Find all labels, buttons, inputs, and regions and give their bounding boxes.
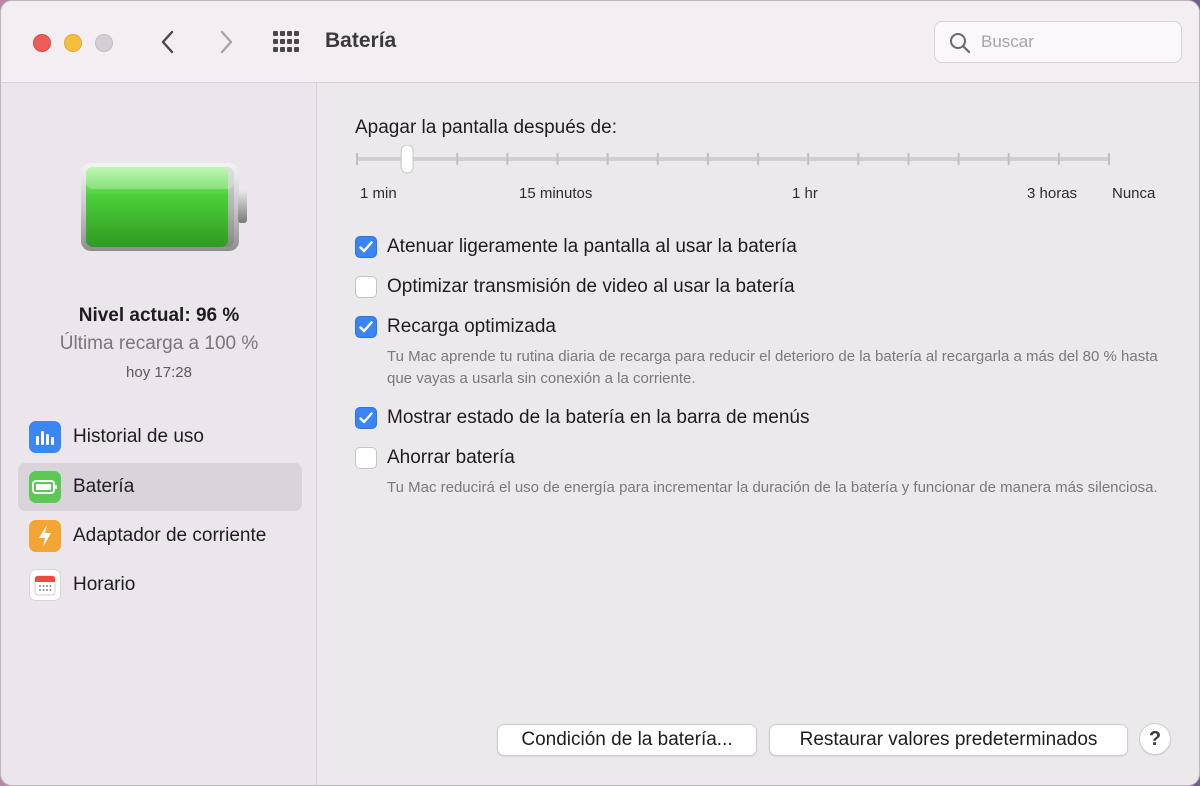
slider-tick: [706, 153, 709, 165]
option-show-battery-status[interactable]: Mostrar estado de la batería en la barra…: [355, 405, 809, 431]
option-optimize-video[interactable]: Optimizar transmisión de video al usar l…: [355, 274, 795, 300]
power-adapter-icon: [29, 520, 61, 552]
optimized-charging-description: Tu Mac aprende tu rutina diaria de recar…: [387, 348, 1158, 387]
title-bar: Batería: [1, 1, 1199, 83]
display-sleep-title: Apagar la pantalla después de:: [355, 117, 617, 138]
slider-tick: [907, 153, 910, 165]
battery-settings-pane: Apagar la pantalla después de: 1 min 15 …: [318, 83, 1199, 785]
back-button[interactable]: [153, 27, 183, 57]
slider-tick: [1057, 153, 1060, 165]
tick-label-never: Nunca: [1112, 185, 1156, 202]
help-button[interactable]: ?: [1139, 723, 1171, 755]
sidebar-item-label: Batería: [73, 476, 135, 497]
usage-history-icon: [29, 421, 61, 453]
tick-label-1-min: 1 min: [360, 185, 397, 202]
option-optimized-charging[interactable]: Recarga optimizada: [355, 314, 556, 340]
calendar-icon: [29, 569, 61, 601]
chevron-right-icon: [220, 30, 233, 54]
tick-label-3-hours: 3 horas: [1027, 185, 1078, 202]
sidebar-item-schedule[interactable]: Horario: [18, 561, 302, 609]
sidebar-item-battery[interactable]: Batería: [18, 463, 302, 511]
option-label: Ahorrar batería: [387, 447, 515, 468]
restore-defaults-button[interactable]: Restaurar valores predeterminados: [769, 724, 1128, 756]
option-label: Optimizar transmisión de video al usar l…: [387, 276, 795, 297]
sidebar-item-label: Historial de uso: [73, 426, 204, 447]
slider-tick: [456, 153, 459, 165]
low-power-mode-description: Tu Mac reducirá el uso de energía para i…: [387, 479, 1158, 496]
battery-icon: [29, 471, 61, 503]
sidebar-item-label: Horario: [73, 574, 136, 595]
forward-button[interactable]: [211, 27, 241, 57]
slider-tick: [1007, 153, 1010, 165]
slider-tick: [757, 153, 760, 165]
checkmark-icon: [359, 321, 373, 333]
slider-tick: [606, 153, 609, 165]
optimize-video-checkbox[interactable]: [355, 276, 377, 298]
show-all-button[interactable]: [271, 29, 303, 55]
optimized-charging-checkbox[interactable]: [355, 316, 377, 338]
battery-last-charge: Última recarga a 100 %: [59, 333, 259, 354]
battery-last-charge-time: hoy 17:28: [126, 364, 192, 381]
option-label: Recarga optimizada: [387, 316, 556, 337]
slider-tick: [356, 153, 358, 165]
slider-tick: [556, 153, 559, 165]
search-input[interactable]: [981, 31, 1171, 53]
system-preferences-window: Batería Buscar Nivel actual: 96 % Última…: [0, 0, 1200, 786]
low-power-mode-checkbox[interactable]: [355, 447, 377, 469]
slider-tick: [807, 153, 810, 165]
slider-tick: [506, 153, 509, 165]
search-icon: [950, 33, 971, 54]
option-label: Atenuar ligeramente la pantalla al usar …: [387, 236, 797, 257]
minimize-window-button[interactable]: [64, 34, 82, 52]
sidebar-item-label: Adaptador de corriente: [73, 525, 267, 546]
search-field[interactable]: [934, 21, 1182, 63]
sidebar-item-power-adapter[interactable]: Adaptador de corriente: [18, 512, 302, 560]
option-label: Mostrar estado de la batería en la barra…: [387, 407, 810, 428]
option-dim-display[interactable]: Atenuar ligeramente la pantalla al usar …: [355, 234, 797, 260]
zoom-window-button[interactable]: [95, 34, 113, 52]
chevron-left-icon: [161, 30, 174, 54]
tick-label-1-hr: 1 hr: [792, 185, 818, 202]
dim-display-checkbox[interactable]: [355, 236, 377, 258]
checkmark-icon: [359, 412, 373, 424]
help-icon: ?: [1148, 727, 1162, 750]
battery-level-graphic: [81, 163, 247, 251]
sidebar-item-usage-history[interactable]: Historial de uso: [18, 413, 302, 461]
display-sleep-slider[interactable]: [355, 145, 1115, 185]
slider-tick: [857, 153, 860, 165]
battery-level-current: Nivel actual: 96 %: [78, 305, 240, 326]
battery-health-button[interactable]: Condición de la batería...: [497, 724, 757, 756]
close-window-button[interactable]: [33, 34, 51, 52]
slider-track: [357, 157, 1109, 161]
slider-tick: [957, 153, 960, 165]
checkmark-icon: [359, 241, 373, 253]
window-title: Batería: [325, 29, 397, 52]
tick-label-15-min: 15 minutos: [519, 185, 593, 202]
slider-knob[interactable]: [400, 145, 414, 174]
grid-icon: [273, 31, 299, 52]
sidebar: Nivel actual: 96 % Última recarga a 100 …: [1, 83, 317, 785]
slider-tick: [656, 153, 659, 165]
show-battery-status-checkbox[interactable]: [355, 407, 377, 429]
slider-tick: [1108, 153, 1110, 165]
option-low-power-mode[interactable]: Ahorrar batería: [355, 445, 515, 471]
